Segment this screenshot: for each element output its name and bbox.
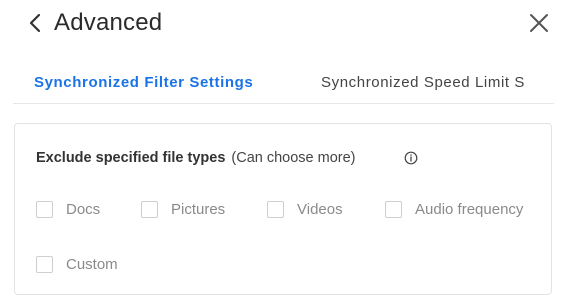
checkbox-box[interactable] [36, 201, 53, 218]
dialog-header: Advanced [0, 0, 570, 46]
info-icon[interactable] [404, 151, 418, 165]
checkbox-label: Audio frequency [415, 201, 524, 218]
close-button[interactable] [526, 10, 552, 36]
checkbox-label: Pictures [171, 201, 226, 218]
checkbox-box[interactable] [141, 201, 158, 218]
checkbox-label: Videos [297, 201, 343, 218]
tab-bar: Synchronized Filter Settings Synchronize… [13, 64, 554, 104]
chevron-left-icon [29, 13, 41, 33]
exclude-file-types-title: Exclude specified file types [36, 150, 226, 166]
back-button[interactable] [26, 10, 46, 36]
tab-synchronized-speed-limit[interactable]: Synchronized Speed Limit S [321, 72, 525, 94]
checkbox-label: Docs [66, 201, 101, 218]
close-icon [530, 14, 548, 32]
checkbox-box[interactable] [267, 201, 284, 218]
exclude-file-types-label: Exclude specified file types (Can choose … [36, 148, 356, 168]
checkbox-box[interactable] [385, 201, 402, 218]
page-title: Advanced [54, 9, 163, 36]
checkbox-label: Custom [66, 256, 118, 273]
exclude-file-types-hint: (Can choose more) [231, 150, 356, 166]
info-circle-icon [404, 151, 418, 165]
checkbox-box[interactable] [36, 256, 53, 273]
tab-synchronized-filter-settings[interactable]: Synchronized Filter Settings [34, 72, 253, 94]
filter-settings-panel: Exclude specified file types (Can choose … [14, 123, 552, 295]
